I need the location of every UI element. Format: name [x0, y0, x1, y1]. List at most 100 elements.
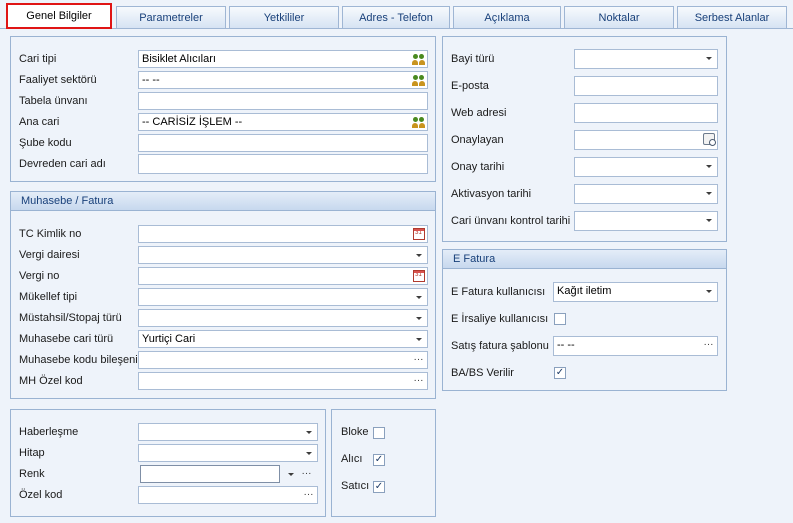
ellipsis-button[interactable]: ··· — [411, 353, 426, 367]
kontrol-label: Cari ünvanı kontrol tarihi — [451, 215, 571, 227]
dropdown-button[interactable] — [301, 446, 316, 460]
tab-genel-bilgiler[interactable]: Genel Bilgiler — [6, 3, 112, 29]
sube-field[interactable] — [138, 134, 428, 152]
ellipsis-button[interactable]: ··· — [701, 338, 716, 352]
kodu-label: Muhasebe kodu bileşeni — [19, 354, 138, 366]
babs-label: BA/BS Verilir — [451, 367, 514, 379]
tab-noktalar[interactable]: Noktalar — [564, 6, 674, 28]
web-input[interactable] — [574, 103, 718, 123]
dropdown-button[interactable] — [301, 425, 316, 439]
bayi-label: Bayi türü — [451, 53, 495, 65]
vergi-dairesi-select[interactable] — [138, 246, 428, 264]
cari-tipi-field[interactable]: Bisiklet Alıcıları — [138, 50, 428, 68]
devreden-label: Devreden cari adı — [19, 158, 106, 170]
tab-yetkililer[interactable]: Yetkililer — [229, 6, 339, 28]
ellipsis-button[interactable]: ··· — [301, 488, 316, 502]
calendar-icon: 31 — [412, 270, 425, 282]
tab-parametreler[interactable]: Parametreler — [116, 6, 226, 28]
aktivasyon-select[interactable] — [574, 184, 718, 204]
general-panel: Cari tipi Bisiklet Alıcıları Faaliyet se… — [10, 36, 436, 182]
tab-bar: Genel Bilgiler Parametreler Yetkililer A… — [0, 0, 793, 29]
devreden-field[interactable] — [138, 154, 428, 174]
alici-label: Alıcı — [341, 453, 363, 465]
mh-ozel-label: MH Özel kod — [19, 375, 83, 387]
mustahsil-label: Müstahsil/Stopaj türü — [19, 312, 122, 324]
kodu-field[interactable]: ··· — [138, 351, 428, 369]
cari-turu-label: Muhasebe cari türü — [19, 333, 114, 345]
dropdown-button[interactable] — [701, 159, 716, 173]
people-lookup-button[interactable] — [411, 73, 426, 87]
faaliyet-value: -- -- — [142, 74, 160, 86]
onaylayan-label: Onaylayan — [451, 134, 504, 146]
mustahsil-select[interactable] — [138, 309, 428, 327]
irsaliye-checkbox[interactable] — [554, 313, 566, 325]
faaliyet-label: Faaliyet sektörü — [19, 74, 97, 86]
hitap-select[interactable] — [138, 444, 318, 462]
calendar-icon: 31 — [412, 228, 425, 240]
satici-checkbox[interactable]: ✓ — [373, 481, 385, 493]
aktivasyon-label: Aktivasyon tarihi — [451, 188, 532, 200]
efatura-kullanici-label: E Fatura kullanıcısı — [451, 286, 546, 298]
tab-adres-telefon[interactable]: Adres - Telefon — [342, 6, 450, 28]
ellipsis-button[interactable]: ··· — [411, 374, 426, 388]
efatura-kullanici-select[interactable]: Kağıt iletim — [553, 282, 718, 302]
faaliyet-field[interactable]: -- -- — [138, 71, 428, 89]
dropdown-button[interactable] — [701, 213, 716, 227]
tab-aciklama[interactable]: Açıklama — [453, 6, 561, 28]
kontrol-select[interactable] — [574, 211, 718, 231]
dropdown-button[interactable] — [411, 248, 426, 262]
tabela-field[interactable] — [138, 92, 428, 110]
renk-dropdown-button[interactable] — [283, 467, 298, 481]
chevron-down-icon — [305, 430, 312, 434]
ana-cari-label: Ana cari — [19, 116, 60, 128]
sablon-label: Satış fatura şablonu — [451, 340, 549, 352]
renk-ellipsis-button[interactable]: ··· — [299, 467, 314, 481]
sablon-field[interactable]: -- -- ··· — [553, 336, 718, 356]
bloke-checkbox[interactable] — [373, 427, 385, 439]
people-icon — [411, 116, 426, 128]
haberlesme-select[interactable] — [138, 423, 318, 441]
tabela-label: Tabela ünvanı — [19, 95, 88, 107]
dropdown-button[interactable] — [701, 51, 716, 65]
dropdown-button[interactable] — [411, 311, 426, 325]
dropdown-button[interactable] — [411, 290, 426, 304]
chevron-down-icon — [415, 337, 422, 341]
dropdown-button[interactable] — [701, 284, 716, 298]
renk-field[interactable] — [140, 465, 280, 483]
dropdown-button[interactable] — [411, 332, 426, 346]
cari-tipi-value: Bisiklet Alıcıları — [142, 53, 216, 65]
calendar-button[interactable]: 31 — [411, 269, 426, 283]
cari-tipi-label: Cari tipi — [19, 53, 57, 65]
bayi-select[interactable] — [574, 49, 718, 69]
onaylayan-field[interactable] — [574, 130, 718, 150]
efatura-panel: E Fatura E Fatura kullanıcısı Kağıt ilet… — [442, 249, 727, 391]
renk-label: Renk — [19, 468, 45, 480]
dropdown-button[interactable] — [701, 186, 716, 200]
people-icon — [411, 53, 426, 65]
mukellef-select[interactable] — [138, 288, 428, 306]
cari-turu-select[interactable]: Yurtiçi Cari — [138, 330, 428, 348]
babs-checkbox[interactable]: ✓ — [554, 367, 566, 379]
ana-cari-field[interactable]: -- CARİSİZ İŞLEM -- — [138, 113, 428, 131]
people-icon — [411, 74, 426, 86]
ozel-kod-field[interactable]: ··· — [138, 486, 318, 504]
satici-label: Satıcı — [341, 480, 370, 492]
cari-turu-value: Yurtiçi Cari — [142, 333, 196, 345]
alici-checkbox[interactable]: ✓ — [373, 454, 385, 466]
vergi-no-field[interactable]: 31 — [138, 267, 428, 285]
user-search-button[interactable] — [701, 132, 716, 146]
chevron-down-icon — [705, 56, 712, 60]
flags-panel: Bloke Alıcı ✓ Satıcı ✓ — [331, 409, 436, 517]
people-lookup-button[interactable] — [411, 52, 426, 66]
tab-serbest-alanlar[interactable]: Serbest Alanlar — [677, 6, 787, 28]
eposta-input[interactable] — [574, 76, 718, 96]
mh-ozel-field[interactable]: ··· — [138, 372, 428, 390]
tc-field[interactable]: 31 — [138, 225, 428, 243]
chevron-down-icon — [287, 472, 294, 476]
onay-tarihi-select[interactable] — [574, 157, 718, 177]
eposta-label: E-posta — [451, 80, 489, 92]
right-info-panel: Bayi türü E-posta Web adresi Onaylayan O… — [442, 36, 727, 242]
calendar-button[interactable]: 31 — [411, 227, 426, 241]
chevron-down-icon — [705, 164, 712, 168]
people-lookup-button[interactable] — [411, 115, 426, 129]
